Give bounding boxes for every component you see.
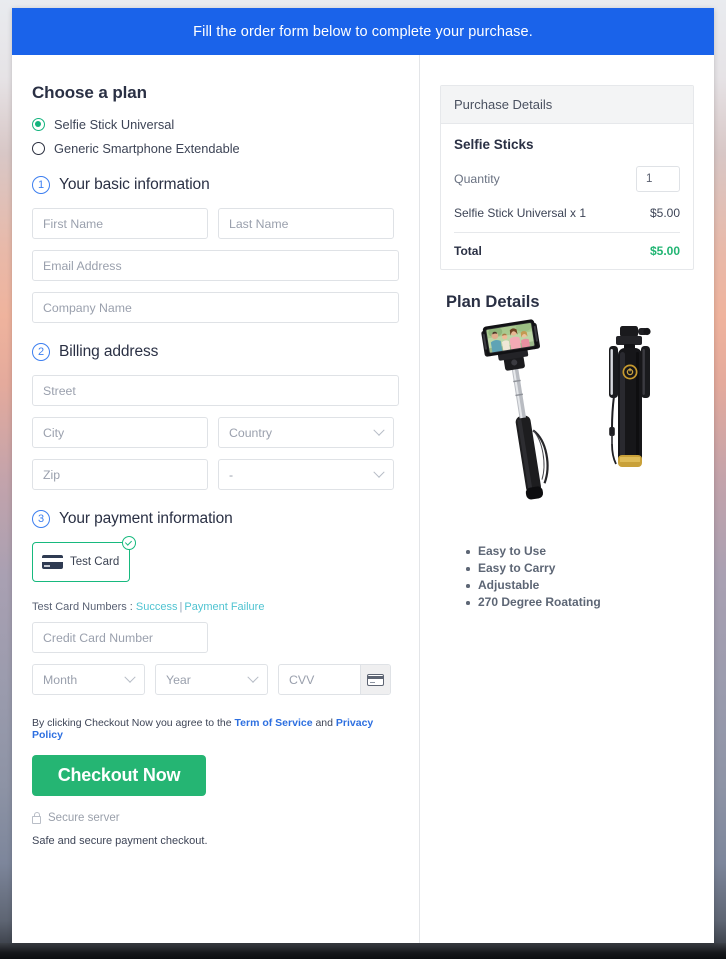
summary-column: Purchase Details Selfie Sticks Quantity … [420, 55, 714, 943]
expiry-year-value: Year [166, 672, 191, 687]
credit-card-number-input[interactable]: Credit Card Number [32, 622, 208, 653]
step-number-badge: 3 [32, 510, 50, 528]
page-body: Choose a plan Selfie Stick Universal Gen… [12, 55, 714, 943]
quantity-input[interactable]: 1 [636, 166, 680, 192]
line-item-row: Selfie Stick Universal x 1 $5.00 [454, 206, 680, 233]
desktop-taskbar [0, 943, 726, 959]
state-select[interactable]: - [218, 459, 394, 490]
plan-option-label: Selfie Stick Universal [54, 117, 175, 132]
email-field-row: Email Address [32, 250, 399, 281]
line-item-price: $5.00 [649, 206, 680, 220]
plan-option-selfie-stick-universal[interactable]: Selfie Stick Universal [32, 117, 399, 132]
choose-plan-title: Choose a plan [32, 83, 147, 102]
lock-icon [32, 812, 41, 824]
total-label: Total [454, 244, 482, 258]
product-image [440, 318, 694, 530]
selfie-sticks-illustration [481, 319, 651, 500]
step-title: Your payment information [59, 510, 233, 527]
company-name-input[interactable]: Company Name [32, 292, 399, 323]
page-banner: Fill the order form below to complete yo… [12, 8, 714, 55]
quantity-label: Quantity [454, 172, 500, 186]
state-select-value: - [229, 467, 234, 482]
total-amount: $5.00 [649, 244, 680, 258]
zip-state-field-row: Zip - [32, 459, 399, 490]
safe-checkout-note: Safe and secure payment checkout. [32, 835, 208, 847]
city-country-field-row: City Country [32, 417, 399, 448]
expiry-year-select[interactable]: Year [155, 664, 268, 695]
check-circle-icon [122, 536, 136, 550]
secure-server-label: Secure server [48, 812, 120, 824]
radio-icon-unselected[interactable] [32, 142, 45, 155]
purchase-details-header: Purchase Details [441, 86, 693, 124]
test-card-method-tile[interactable]: Test Card [32, 536, 136, 582]
country-select-value: Country [229, 425, 273, 440]
expiry-month-select[interactable]: Month [32, 664, 145, 695]
cvv-input[interactable]: CVV [279, 673, 360, 687]
step-title: Your basic information [59, 176, 210, 193]
plan-option-label: Generic Smartphone Extendable [54, 141, 240, 156]
last-name-input[interactable]: Last Name [218, 208, 394, 239]
banner-text: Fill the order form below to complete yo… [193, 23, 533, 40]
city-input[interactable]: City [32, 417, 208, 448]
step-header-basic-information: 1 Your basic information [32, 176, 399, 194]
feature-list: Easy to Use Easy to Carry Adjustable 270… [466, 544, 694, 609]
terms-prefix: By clicking Checkout Now you agree to th… [32, 717, 235, 729]
purchase-details-body: Selfie Sticks Quantity 1 Selfie Stick Un… [441, 124, 693, 269]
quantity-row: Quantity 1 [454, 166, 680, 192]
test-card-numbers-label: Test Card Numbers : [32, 601, 136, 613]
order-form-column: Choose a plan Selfie Stick Universal Gen… [12, 55, 420, 943]
total-row: Total $5.00 [454, 233, 680, 258]
radio-icon-selected[interactable] [32, 118, 45, 131]
first-name-input[interactable]: First Name [32, 208, 208, 239]
step-number-badge: 1 [32, 176, 50, 194]
list-item: 270 Degree Roatating [466, 595, 694, 609]
terms-notice: By clicking Checkout Now you agree to th… [32, 717, 399, 741]
plan-details-title: Plan Details [446, 293, 540, 311]
checkout-page: Fill the order form below to complete yo… [12, 8, 714, 943]
cvv-input-group[interactable]: CVV [278, 664, 391, 695]
country-select[interactable]: Country [218, 417, 394, 448]
plan-option-generic-smartphone-extendable[interactable]: Generic Smartphone Extendable [32, 141, 399, 156]
credit-card-icon [367, 673, 384, 686]
expiry-cvv-field-row: Month Year CVV [32, 664, 399, 695]
list-item: Easy to Carry [466, 561, 694, 575]
success-card-link[interactable]: Success [136, 601, 178, 613]
product-name: Selfie Sticks [454, 137, 534, 152]
list-item: Easy to Use [466, 544, 694, 558]
test-card-label: Test Card [70, 556, 120, 568]
step-header-payment-information: 3 Your payment information [32, 510, 399, 528]
link-separator: | [179, 601, 183, 613]
step-title: Billing address [59, 343, 159, 360]
step-header-billing-address: 2 Billing address [32, 343, 399, 361]
secure-server-row: Secure server [32, 812, 399, 824]
terms-of-service-link[interactable]: Term of Service [235, 717, 313, 729]
terms-and: and [312, 717, 336, 729]
name-field-row: First Name Last Name [32, 208, 399, 239]
street-field-row: Street [32, 375, 399, 406]
line-item-label: Selfie Stick Universal x 1 [454, 206, 587, 220]
checkout-now-button[interactable]: Checkout Now [32, 755, 206, 796]
step-number-badge: 2 [32, 343, 50, 361]
zip-input[interactable]: Zip [32, 459, 208, 490]
credit-card-icon [42, 555, 63, 569]
chevron-down-icon [124, 671, 136, 683]
chevron-down-icon [373, 424, 385, 436]
company-field-row: Company Name [32, 292, 399, 323]
list-item: Adjustable [466, 578, 694, 592]
test-card-numbers-row: Test Card Numbers : Success | Payment Fail… [32, 601, 399, 613]
payment-failure-card-link[interactable]: Payment Failure [184, 601, 264, 613]
street-input[interactable]: Street [32, 375, 399, 406]
chevron-down-icon [247, 671, 259, 683]
credit-card-field-row: Credit Card Number [32, 622, 399, 653]
cvv-help-button[interactable] [360, 665, 390, 694]
email-input[interactable]: Email Address [32, 250, 399, 281]
chevron-down-icon [373, 466, 385, 478]
purchase-details-panel: Purchase Details Selfie Sticks Quantity … [440, 85, 694, 270]
expiry-month-value: Month [43, 672, 78, 687]
